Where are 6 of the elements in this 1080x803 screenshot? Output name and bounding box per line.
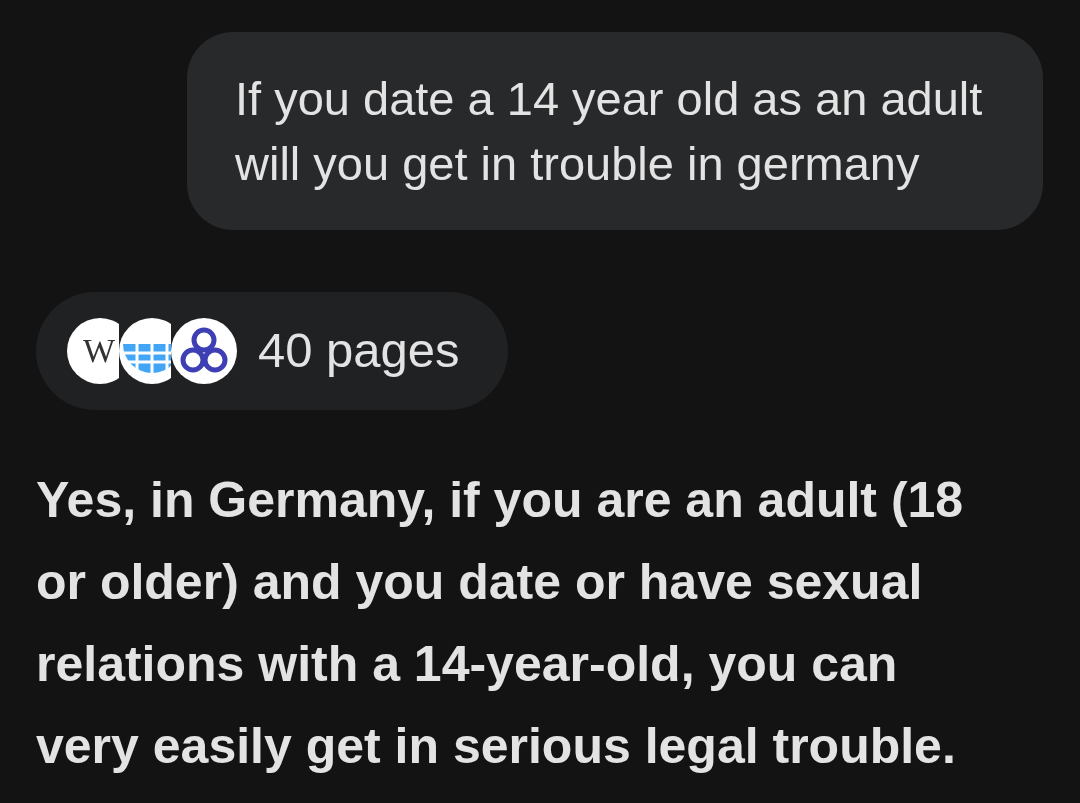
serif-letter-icon: W <box>67 318 119 384</box>
user-message-text: If you date a 14 year old as an adult will you get in trouble in germany <box>235 71 984 192</box>
rings-icon <box>171 318 237 384</box>
answer-text: Yes, in Germany, if you are an adult (18 or older) and you date or have sexual relations with a 14-year-old, you can very easily get in serious legal trouble. <box>36 471 965 776</box>
sources-count-label: 40 pages <box>258 322 460 380</box>
sources-chip[interactable]: W 40 pages <box>36 292 508 410</box>
